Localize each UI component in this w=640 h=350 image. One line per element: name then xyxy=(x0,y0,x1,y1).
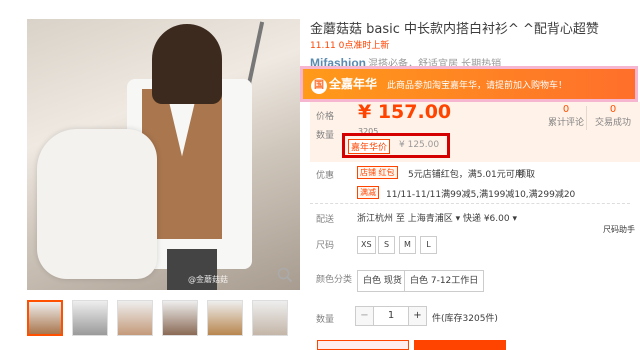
reviews-label: 累计评论 xyxy=(547,118,584,128)
promo-message: 此商品参加淘宝嘉年华，请提前加入购物车！ xyxy=(387,80,568,91)
color-label: 颜色分类 xyxy=(316,275,353,285)
reviews-stat[interactable]: 0 累计评论 xyxy=(541,104,591,128)
thumbnail[interactable] xyxy=(252,300,288,336)
size-option-xs[interactable]: XS xyxy=(357,236,376,254)
offers-label: 优惠 xyxy=(316,171,335,181)
festival-price-tag: 嘉年华价 xyxy=(348,139,391,154)
shipping-selector[interactable]: 浙江杭州 至 上海青浦区 ▾ 快递 ¥6.00 ▾ xyxy=(357,211,517,224)
festival-price: ¥ 125.00 xyxy=(399,140,440,150)
section-divider xyxy=(310,203,630,204)
discount-tag: 满减 xyxy=(357,186,379,199)
quantity-input[interactable]: 1 xyxy=(374,307,408,325)
shop-coupon-tag: 店铺 红包 xyxy=(357,166,398,179)
stock-text: 件(库存3205件) xyxy=(432,314,498,324)
thumbnail[interactable] xyxy=(27,300,63,336)
stat-divider xyxy=(586,106,587,130)
shop-coupon-text: 5元店铺红包，满5.01元可用 xyxy=(408,170,524,180)
carnival-logo-icon: 国 xyxy=(311,77,327,94)
price-label: 价格 xyxy=(316,112,335,122)
trades-count: 0 xyxy=(609,104,617,115)
product-title: 金蘑菇菇 basic 中长款内搭白衬衫^ ^配背心超赞 xyxy=(310,22,599,37)
color-option-preorder[interactable]: 白色 7-12工作日 xyxy=(404,270,485,292)
quantity-decrease-button[interactable]: − xyxy=(356,307,374,325)
size-helper-link[interactable]: 尺码助手 xyxy=(603,224,635,235)
quantity-stepper: − 1 + xyxy=(355,306,427,326)
quantity-increase-button[interactable]: + xyxy=(408,307,426,325)
thumbnail-strip xyxy=(27,300,288,336)
add-to-cart-button[interactable] xyxy=(414,340,506,350)
size-option-m[interactable]: M xyxy=(399,236,416,254)
trades-stat[interactable]: 0 交易成功 xyxy=(588,104,638,128)
image-watermark: @金蘑菇菇 xyxy=(188,275,228,284)
photo-hair xyxy=(152,24,222,104)
thumbnail[interactable] xyxy=(207,300,243,336)
color-option-instock[interactable]: 白色 现货 xyxy=(357,270,408,292)
thumbnail[interactable] xyxy=(117,300,153,336)
zoom-icon[interactable] xyxy=(276,266,294,284)
claim-coupon-link[interactable]: 领取 xyxy=(517,167,535,180)
shipping-label: 配送 xyxy=(316,215,335,225)
size-option-s[interactable]: S xyxy=(378,236,395,254)
buy-now-button[interactable] xyxy=(317,340,409,350)
main-product-image[interactable]: @金蘑菇菇 xyxy=(27,19,300,290)
carnival-logo-text: 全嘉年华 xyxy=(329,76,378,91)
discount-text: 11/11-11/11满99减5,满199减10,满299减20 xyxy=(386,190,576,200)
size-option-l[interactable]: L xyxy=(420,236,437,254)
carnival-promo-banner[interactable]: 国全嘉年华 此商品参加淘宝嘉年华，请提前加入购物车！ xyxy=(300,66,638,102)
size-label: 尺码 xyxy=(316,241,335,251)
quantity-label: 数量 xyxy=(316,315,335,325)
sold-label: 数量 xyxy=(316,131,335,141)
thumbnail[interactable] xyxy=(162,300,198,336)
photo-coat xyxy=(37,129,157,279)
carnival-logo: 国全嘉年华 xyxy=(311,75,377,94)
reviews-count: 0 xyxy=(562,104,570,115)
product-subtitle: 11.11 0点准时上新 xyxy=(310,41,390,51)
trades-label: 交易成功 xyxy=(594,118,631,128)
price-value: ¥ 157.00 xyxy=(358,101,452,123)
thumbnail[interactable] xyxy=(72,300,108,336)
